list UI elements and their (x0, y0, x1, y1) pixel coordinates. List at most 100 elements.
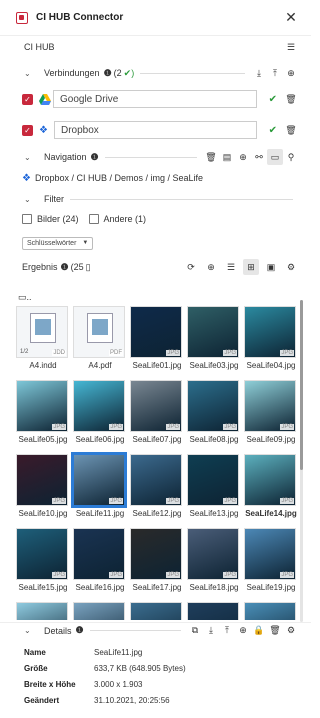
upload-icon[interactable]: ⤒ (219, 623, 235, 639)
asset-item[interactable]: JPG SeaLife03.jpg (187, 306, 241, 370)
asset-item[interactable] (244, 602, 298, 620)
chevron-down-icon[interactable]: ⌄ (24, 195, 36, 204)
trash-icon[interactable]: 🗑 (283, 122, 299, 138)
search-icon[interactable]: ⚲ (283, 149, 299, 165)
asset-thumbnail[interactable]: JPG (130, 380, 182, 432)
download-icon[interactable]: ⤓ (251, 65, 267, 81)
asset-item[interactable] (16, 602, 70, 620)
connection-name-field[interactable]: Google Drive (53, 90, 257, 108)
upload-icon[interactable]: ⤒ (267, 65, 283, 81)
close-icon[interactable]: ✕ (283, 9, 299, 26)
asset-item[interactable]: JPG SeaLife05.jpg (16, 380, 70, 444)
asset-item[interactable] (73, 602, 127, 620)
image-view-icon[interactable]: ▣ (263, 259, 279, 275)
asset-thumbnail[interactable]: JPG (244, 306, 296, 358)
asset-item[interactable]: 1/2 JDD A4.indd (16, 306, 70, 370)
connection-name-field[interactable]: Dropbox (53, 121, 257, 139)
breadcrumb-path[interactable]: Dropbox / CI HUB / Demos / img / SeaLife (35, 173, 203, 183)
asset-item[interactable]: JPG SeaLife17.jpg (130, 528, 184, 592)
asset-item[interactable]: JPG SeaLife01.jpg (130, 306, 184, 370)
asset-item[interactable]: JPG SeaLife09.jpg (244, 380, 298, 444)
asset-thumbnail[interactable] (244, 602, 296, 620)
asset-item[interactable]: JPG SeaLife14.jpg (244, 454, 298, 518)
lock-icon[interactable]: 🔒 (251, 623, 267, 639)
asset-item[interactable]: JPG SeaLife04.jpg (244, 306, 298, 370)
asset-item[interactable]: JPG SeaLife18.jpg (187, 528, 241, 592)
asset-thumbnail[interactable]: JPG (130, 306, 182, 358)
asset-thumbnail[interactable]: JPG (187, 454, 239, 506)
asset-filename: SeaLife06.jpg (75, 435, 125, 444)
link-icon[interactable]: ⚯ (251, 149, 267, 165)
asset-item[interactable]: JPG SeaLife10.jpg (16, 454, 70, 518)
asset-thumbnail[interactable]: PDF (73, 306, 125, 358)
asset-thumbnail[interactable]: JPG (244, 528, 296, 580)
chevron-down-icon[interactable]: ⌄ (24, 153, 36, 162)
connection-checkbox[interactable]: ✓ (22, 93, 33, 105)
folder-icon[interactable]: ▭ (267, 149, 283, 165)
trash-icon[interactable]: 🗑 (267, 623, 283, 639)
trash-icon[interactable]: 🗑 (283, 91, 299, 107)
asset-thumbnail[interactable]: 1/2 JDD (16, 306, 68, 358)
add-connection-icon[interactable]: ⊕ (283, 65, 299, 81)
asset-thumbnail[interactable]: JPG (244, 380, 296, 432)
asset-grid: 1/2 JDD A4.indd PDF A4.pdf JPG SeaLife01.jpg JP… (16, 306, 298, 620)
asset-thumbnail[interactable]: JPG (130, 528, 182, 580)
keyword-select[interactable]: Schlüsselwörter ▼ (22, 236, 94, 250)
asset-thumbnail[interactable]: JPG (16, 528, 68, 580)
filter-images-checkbox[interactable] (22, 214, 32, 224)
file-type-badge: JPG (52, 572, 66, 578)
asset-item[interactable]: JPG SeaLife07.jpg (130, 380, 184, 444)
zoom-icon[interactable]: ⊕ (235, 623, 251, 639)
asset-thumbnail[interactable]: JPG (73, 528, 125, 580)
asset-item[interactable]: JPG SeaLife06.jpg (73, 380, 127, 444)
asset-thumbnail[interactable]: JPG (130, 454, 182, 506)
list-view-icon[interactable]: ☰ (223, 259, 239, 275)
asset-thumbnail[interactable]: JPG (71, 452, 127, 508)
detail-value: 31.10.2021, 20:25:56 (94, 695, 170, 705)
scrollbar[interactable] (300, 300, 303, 622)
asset-thumbnail[interactable]: JPG (244, 454, 296, 506)
parent-folder[interactable]: ▭ .. (0, 291, 311, 303)
file-type-badge: JPG (280, 572, 294, 578)
asset-item[interactable]: JPG SeaLife15.jpg (16, 528, 70, 592)
asset-thumbnail[interactable]: JPG (187, 380, 239, 432)
document-icon[interactable]: ▤ (219, 149, 235, 165)
asset-item[interactable] (130, 602, 184, 620)
zoom-icon[interactable]: ⊕ (235, 149, 251, 165)
asset-item[interactable]: JPG SeaLife16.jpg (73, 528, 127, 592)
detail-key: Breite x Höhe (24, 679, 76, 689)
asset-thumbnail[interactable] (187, 602, 239, 620)
chevron-down-icon[interactable]: ⌄ (24, 626, 36, 635)
grid-view-icon[interactable]: ⊞ (243, 259, 259, 275)
file-type-badge: JPG (223, 498, 237, 504)
asset-thumbnail[interactable]: JPG (16, 454, 68, 506)
asset-thumbnail[interactable]: JPG (187, 306, 239, 358)
scrollbar-thumb[interactable] (300, 300, 303, 470)
menu-icon[interactable]: ☰ (283, 39, 299, 55)
asset-filename: SeaLife17.jpg (132, 583, 182, 592)
refresh-icon[interactable]: ⟳ (183, 259, 199, 275)
filter-other-checkbox[interactable] (88, 214, 99, 224)
settings-icon[interactable]: ⚙ (283, 623, 299, 639)
asset-item[interactable]: JPG SeaLife08.jpg (187, 380, 241, 444)
download-icon[interactable]: ⤓ (203, 623, 219, 639)
asset-item[interactable]: JPG SeaLife12.jpg (130, 454, 184, 518)
asset-item[interactable]: PDF A4.pdf (73, 306, 127, 370)
add-icon[interactable]: ⊕ (203, 259, 219, 275)
connection-checkbox[interactable]: ✓ (22, 124, 33, 136)
asset-item[interactable]: JPG SeaLife13.jpg (187, 454, 241, 518)
asset-thumbnail[interactable]: JPG (73, 380, 125, 432)
chevron-down-icon[interactable]: ⌄ (24, 69, 36, 78)
open-external-icon[interactable]: ⧉ (187, 623, 203, 639)
settings-icon[interactable]: ⚙ (283, 259, 299, 275)
asset-thumbnail[interactable]: JPG (187, 528, 239, 580)
asset-thumbnail[interactable] (73, 602, 125, 620)
trash-icon[interactable]: 🗑 (203, 149, 219, 165)
asset-thumbnail[interactable]: JPG (16, 380, 68, 432)
asset-item[interactable]: JPG SeaLife11.jpg (71, 452, 127, 518)
asset-item[interactable] (187, 602, 241, 620)
page-indicator[interactable]: 1/2 (20, 349, 28, 355)
asset-thumbnail[interactable] (130, 602, 182, 620)
asset-item[interactable]: JPG SeaLife19.jpg (244, 528, 298, 592)
asset-thumbnail[interactable] (16, 602, 68, 620)
